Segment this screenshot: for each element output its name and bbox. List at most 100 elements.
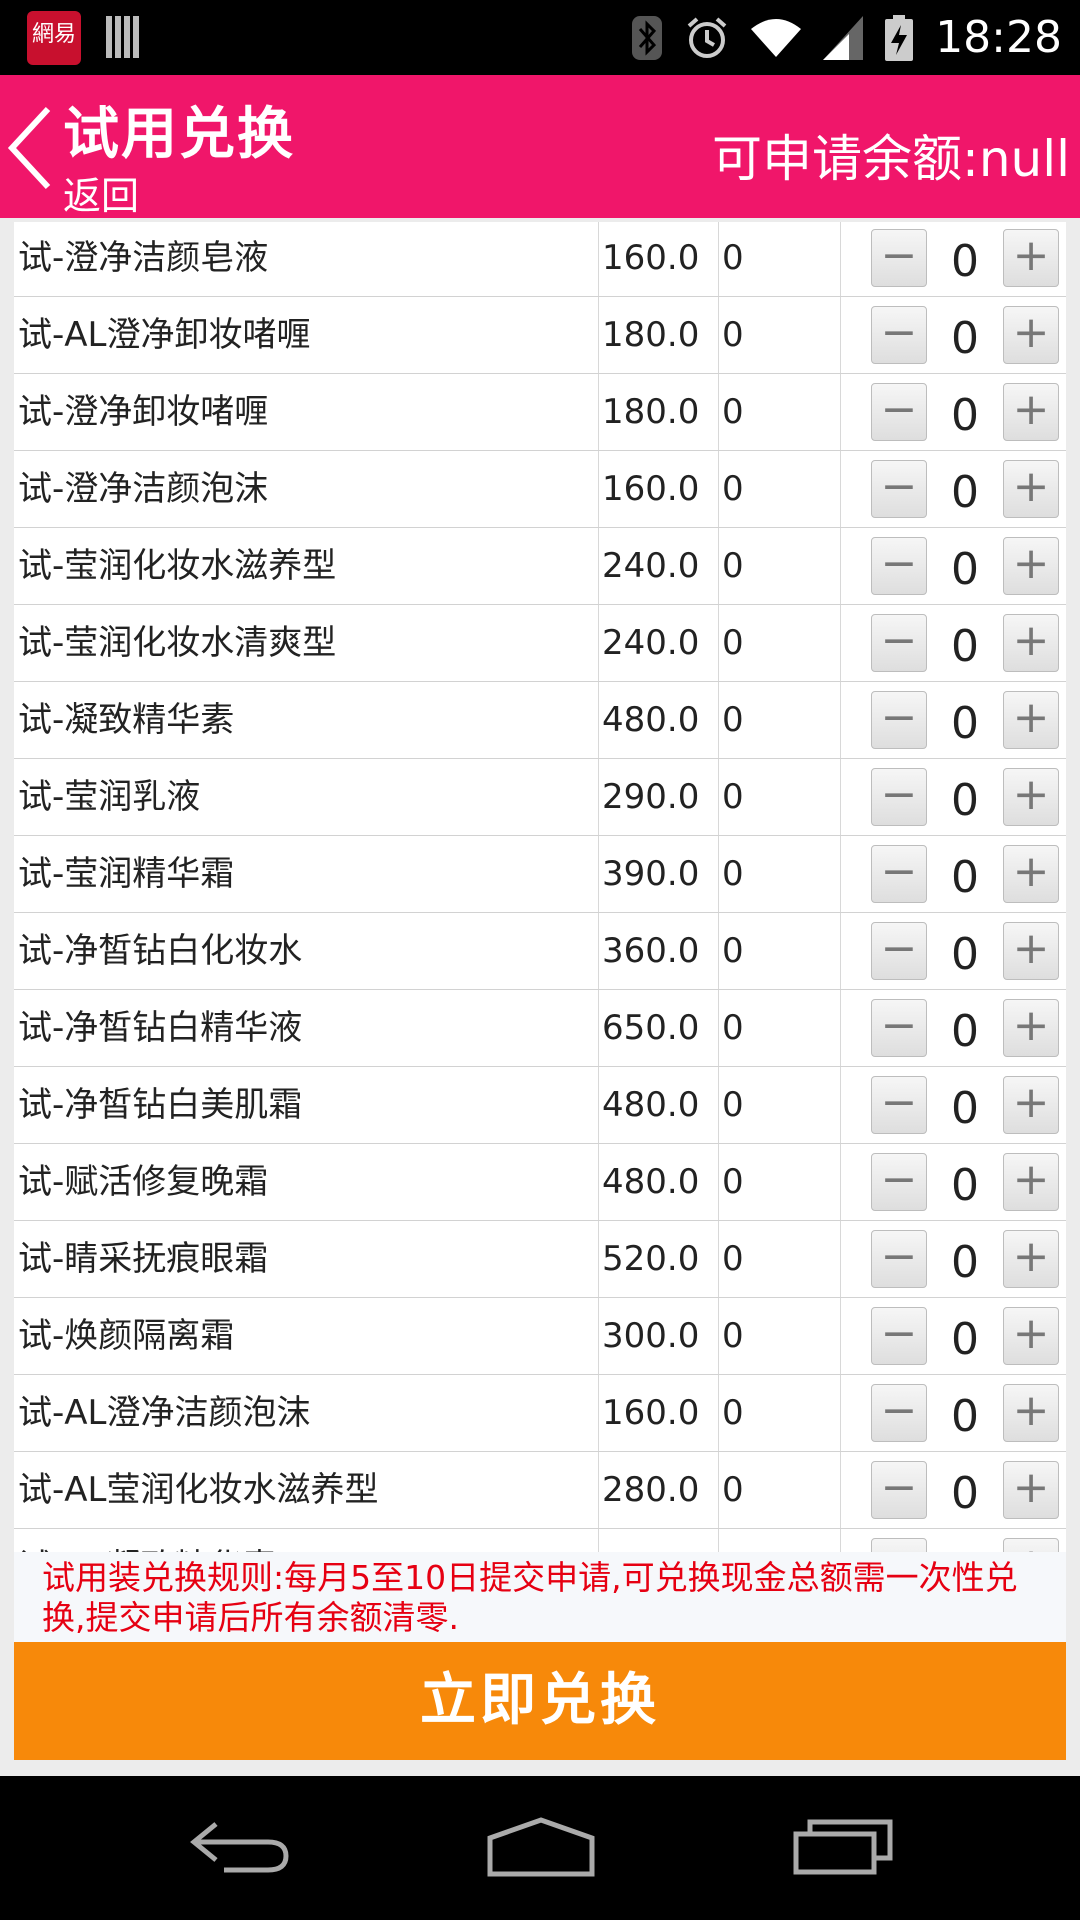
quantity-value: 0 — [951, 929, 979, 980]
increase-quantity-button[interactable]: + — [1003, 306, 1059, 364]
decrease-quantity-button[interactable]: − — [871, 614, 927, 672]
increase-quantity-button[interactable]: + — [1003, 922, 1059, 980]
product-stock: 0 — [718, 1144, 840, 1220]
quantity-value: 0 — [951, 775, 979, 826]
decrease-quantity-button[interactable]: − — [871, 691, 927, 749]
decrease-quantity-button[interactable]: − — [871, 306, 927, 364]
product-name: 试-净皙钻白化妆水 — [18, 931, 303, 971]
decrease-quantity-button[interactable]: − — [871, 1307, 927, 1365]
product-name: 试-睛采抚痕眼霜 — [18, 1239, 269, 1279]
back-chevron-icon[interactable] — [4, 103, 54, 193]
increase-quantity-button[interactable]: + — [1003, 1153, 1059, 1211]
product-stock: 0 — [718, 1529, 840, 1552]
quantity-stepper: −0 + — [840, 913, 1066, 989]
increase-quantity-button[interactable]: + — [1003, 691, 1059, 749]
back-button[interactable]: 返回 — [63, 165, 139, 220]
product-stock: 0 — [718, 913, 840, 989]
decrease-quantity-button[interactable]: − — [871, 1461, 927, 1519]
decrease-quantity-button[interactable]: − — [871, 1153, 927, 1211]
product-price: 290.0 — [598, 759, 718, 835]
decrease-quantity-button[interactable]: − — [871, 383, 927, 441]
product-price: 240.0 — [598, 528, 718, 604]
quantity-stepper: −0+ — [840, 451, 1066, 527]
product-name: 试-莹润精华霜 — [18, 854, 235, 894]
decrease-quantity-button[interactable]: − — [871, 1230, 927, 1288]
product-name: 试-赋活修复晚霜 — [18, 1162, 269, 1202]
quantity-value: 0 — [951, 698, 979, 749]
product-name: 试-AL澄净洁颜泡沫 — [18, 1393, 311, 1433]
quantity-value: 0 — [951, 1468, 979, 1519]
product-price: 160.0 — [598, 1375, 718, 1451]
product-stock: 0 — [718, 836, 840, 912]
increase-quantity-button[interactable]: + — [1003, 768, 1059, 826]
product-price: 180.0 — [598, 297, 718, 373]
increase-quantity-button[interactable]: + — [1003, 1538, 1059, 1552]
increase-quantity-button[interactable]: + — [1003, 229, 1059, 287]
product-row: 试-莹润乳液 290.0 0−0 + — [14, 759, 1066, 836]
decrease-quantity-button[interactable]: − — [871, 229, 927, 287]
bluetooth-icon — [632, 15, 663, 60]
product-row: 试-莹润化妆水清爽型 240.0 0−0 + — [14, 605, 1066, 682]
quantity-value: 0 — [951, 621, 979, 672]
decrease-quantity-button[interactable]: − — [871, 845, 927, 903]
quota-balance: 可申请余额:null — [711, 130, 1070, 188]
decrease-quantity-button[interactable]: − — [871, 768, 927, 826]
product-price: 520.0 — [598, 1221, 718, 1297]
product-row: 试-赋活修复晚霜 480.0 0−0 + — [14, 1144, 1066, 1221]
decrease-quantity-button[interactable]: − — [871, 537, 927, 595]
quantity-value: 0 — [951, 1083, 979, 1134]
increase-quantity-button[interactable]: + — [1003, 537, 1059, 595]
product-name: 试-莹润乳液 — [18, 777, 201, 817]
nav-home-icon[interactable] — [486, 1816, 596, 1878]
nav-back-icon[interactable] — [188, 1816, 292, 1876]
quantity-value: 0 — [951, 236, 979, 287]
decrease-quantity-button[interactable]: − — [871, 1538, 927, 1552]
nav-recents-icon[interactable] — [792, 1816, 896, 1876]
product-row: 试-净皙钻白美肌霜 480.0 0−0 + — [14, 1067, 1066, 1144]
product-row: 试-净皙钻白化妆水 360.0 0−0 + — [14, 913, 1066, 990]
product-price: 650.0 — [598, 990, 718, 1066]
increase-quantity-button[interactable]: + — [1003, 845, 1059, 903]
increase-quantity-button[interactable]: + — [1003, 383, 1059, 441]
decrease-quantity-button[interactable]: − — [871, 1076, 927, 1134]
product-name: 试-净皙钻白美肌霜 — [18, 1085, 303, 1125]
quantity-stepper: −0+ — [840, 836, 1066, 912]
exchange-now-button[interactable]: 立即兑换 — [14, 1642, 1066, 1760]
product-row: 试-焕颜隔离霜 300.0 0−0 + — [14, 1298, 1066, 1375]
product-row: 试-AL莹润化妆水滋养型 280.0 0−0 + — [14, 1452, 1066, 1529]
increase-quantity-button[interactable]: + — [1003, 1461, 1059, 1519]
decrease-quantity-button[interactable]: − — [871, 999, 927, 1057]
product-row: 试-澄净卸妆啫喱 180.0 0−0 + — [14, 374, 1066, 451]
quantity-stepper: −0+ — [840, 1529, 1066, 1552]
product-table[interactable]: 试-澄净洁颜皂液 160.0 0−0 + 试-AL澄净卸妆啫喱 180.0 0−0 + 试-澄净… — [14, 222, 1066, 1552]
product-name: 试-莹润化妆水滋养型 — [18, 546, 337, 586]
signal-icon — [823, 15, 864, 60]
increase-quantity-button[interactable]: + — [1003, 1076, 1059, 1134]
quantity-value: 0 — [951, 1391, 979, 1442]
product-stock: 0 — [718, 1067, 840, 1143]
decrease-quantity-button[interactable]: − — [871, 1384, 927, 1442]
quantity-stepper: −0 + — [840, 1067, 1066, 1143]
product-name: 试-澄净洁颜皂液 — [18, 238, 269, 278]
quantity-value: 0 — [951, 390, 979, 441]
product-price: 480.0 — [598, 1067, 718, 1143]
increase-quantity-button[interactable]: + — [1003, 460, 1059, 518]
increase-quantity-button[interactable]: + — [1003, 1230, 1059, 1288]
quantity-stepper: −0+ — [840, 1221, 1066, 1297]
decrease-quantity-button[interactable]: − — [871, 460, 927, 518]
increase-quantity-button[interactable]: + — [1003, 1384, 1059, 1442]
product-name: 试-澄净卸妆啫喱 — [18, 392, 269, 432]
product-price: 160.0 — [598, 222, 718, 296]
quantity-value: 0 — [927, 1529, 1003, 1552]
product-name: 试-焕颜隔离霜 — [18, 1316, 235, 1356]
increase-quantity-button[interactable]: + — [1003, 999, 1059, 1057]
exchange-rules: 试用装兑换规则:每月5至10日提交申请,可兑换现金总额需一次性兑换,提交申请后所… — [14, 1552, 1066, 1642]
product-stock: 0 — [718, 1375, 840, 1451]
quantity-stepper: −0 + — [840, 1375, 1066, 1451]
product-row: 试-AL澄净卸妆啫喱 180.0 0−0 + — [14, 297, 1066, 374]
quantity-stepper: −0 + — [840, 682, 1066, 758]
product-price: 520.0 — [598, 1529, 718, 1552]
decrease-quantity-button[interactable]: − — [871, 922, 927, 980]
increase-quantity-button[interactable]: + — [1003, 614, 1059, 672]
increase-quantity-button[interactable]: + — [1003, 1307, 1059, 1365]
